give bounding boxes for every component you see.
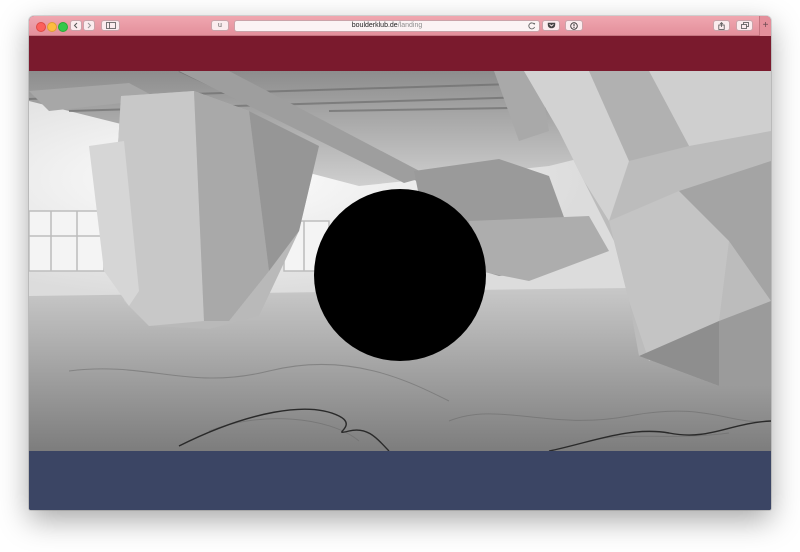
url-path: /landing: [397, 22, 423, 29]
hero-image: [29, 71, 771, 451]
extension-icon: [570, 21, 578, 30]
pocket-icon: [547, 22, 555, 29]
page-footer-band: [29, 451, 771, 510]
pocket-button[interactable]: [542, 20, 560, 31]
browser-window: u boulderklub.de/landing +: [29, 16, 771, 510]
sidebar-icon: [105, 22, 116, 29]
maximize-window-button[interactable]: [58, 22, 68, 32]
tabs-button[interactable]: [736, 20, 753, 31]
page-header-band: [29, 36, 771, 71]
reader-button[interactable]: u: [211, 20, 229, 31]
browser-toolbar: u boulderklub.de/landing +: [29, 16, 771, 36]
center-circle: [314, 189, 486, 361]
url-text: boulderklub.de/landing: [235, 21, 539, 31]
back-button[interactable]: [70, 20, 82, 31]
share-button[interactable]: [713, 20, 730, 31]
tabs-icon: [740, 22, 749, 29]
close-window-button[interactable]: [36, 22, 46, 32]
address-bar[interactable]: boulderklub.de/landing: [234, 20, 540, 32]
minimize-window-button[interactable]: [47, 22, 57, 32]
new-tab-button[interactable]: +: [759, 16, 771, 36]
sidebar-button[interactable]: [101, 20, 120, 31]
forward-icon: [87, 22, 92, 29]
forward-button[interactable]: [83, 20, 95, 31]
extension-button[interactable]: [565, 20, 583, 31]
back-icon: [73, 22, 78, 29]
url-domain: boulderklub.de: [351, 22, 398, 29]
share-icon: [718, 21, 725, 30]
reload-icon[interactable]: [528, 22, 536, 30]
